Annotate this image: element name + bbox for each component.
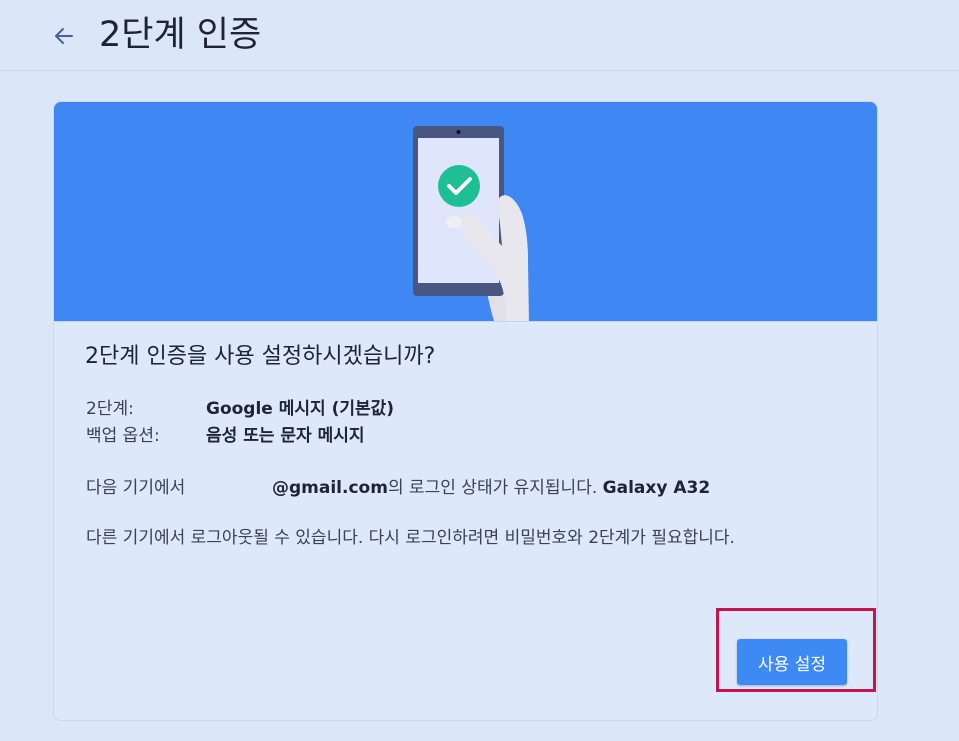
device-email: @gmail.com <box>272 478 388 498</box>
phone-check-illustration <box>413 126 529 321</box>
device-text: 의 로그인 상태가 유지됩니다. <box>387 478 598 498</box>
device-message: @gmail.com의 로그인 상태가 유지됩니다. Galaxy A32 <box>272 476 710 500</box>
enable-button[interactable]: 사용 설정 <box>737 639 847 685</box>
back-button[interactable] <box>48 20 80 52</box>
confirm-card: 2단계 인증을 사용 설정하시겠습니까? 2단계: Google 메시지 (기본… <box>53 101 878 721</box>
backup-value: 음성 또는 문자 메시지 <box>206 426 365 446</box>
phone-illustration-banner <box>54 102 877 321</box>
page-header: 2단계 인증 <box>0 0 959 71</box>
logout-note: 다른 기기에서 로그아웃될 수 있습니다. 다시 로그인하려면 비밀번호와 2단… <box>86 528 735 548</box>
step-label: 2단계: <box>86 399 134 419</box>
divider <box>54 321 877 322</box>
step-value: Google 메시지 (기본값) <box>206 399 395 419</box>
page-title: 2단계 인증 <box>99 15 262 55</box>
device-label: 다음 기기에서 <box>86 478 186 498</box>
device-name: Galaxy A32 <box>602 478 711 498</box>
dialog-question: 2단계 인증을 사용 설정하시겠습니까? <box>85 344 436 369</box>
backup-label: 백업 옵션: <box>86 426 160 446</box>
arrow-left-icon <box>55 28 73 44</box>
